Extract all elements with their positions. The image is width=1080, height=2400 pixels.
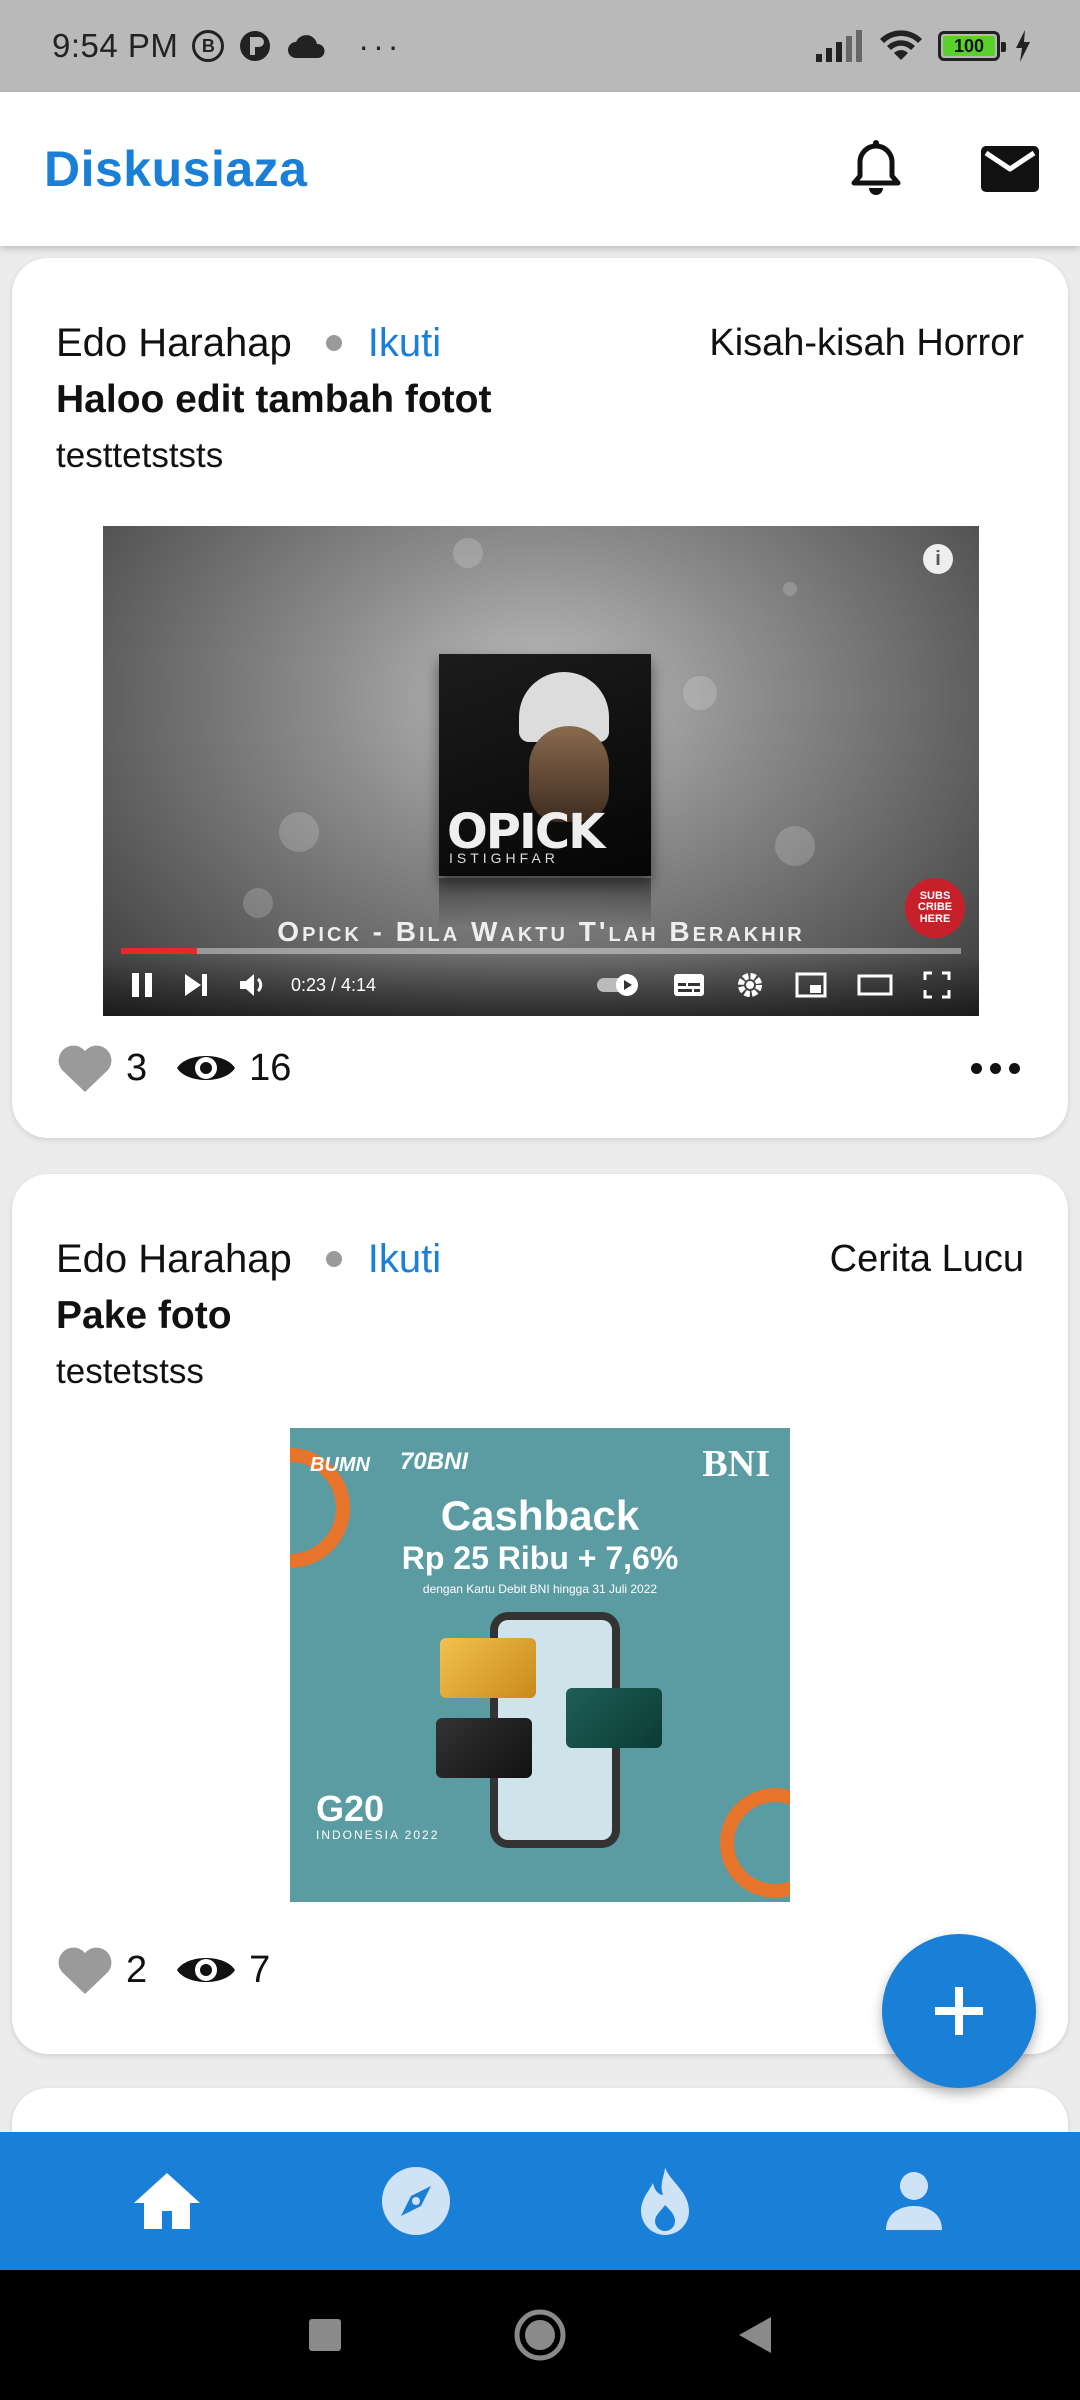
volume-icon[interactable] (239, 965, 269, 1005)
post-card[interactable]: Edo Harahap Ikuti Cerita Lucu Pake foto … (12, 1174, 1068, 2054)
app-bar: Diskusiaza (0, 92, 1080, 246)
post-title: Haloo edit tambah fotot (56, 378, 492, 421)
bell-icon (851, 140, 901, 195)
post-body: testtetststs (56, 436, 224, 475)
post-footer: 2 7 (56, 1940, 1024, 2000)
video-player[interactable]: OPICK ISTIGHFAR i SUBS CRIBE HERE Opick … (103, 526, 979, 1016)
bumn-logo: BUMN (310, 1454, 370, 1476)
home-icon (133, 2173, 200, 2229)
view-count: 7 (249, 1948, 271, 1991)
bni-logo: BNI (702, 1443, 770, 1485)
separator-dot (325, 1251, 342, 1267)
circle-icon (514, 2309, 566, 2361)
more-options-icon[interactable] (967, 1053, 1024, 1084)
flame-icon (640, 2167, 689, 2235)
messages-button[interactable] (978, 137, 1042, 201)
home-system-button[interactable] (513, 2308, 567, 2362)
screen: 9:54 PM B ··· 100 Diskusiaza Edo Harahap… (0, 0, 1080, 2400)
nav-trending[interactable] (605, 2141, 725, 2261)
cloud-icon (286, 32, 326, 60)
post-header: Edo Harahap Ikuti Kisah-kisah Horror (56, 318, 1024, 368)
nav-explore[interactable] (356, 2141, 476, 2261)
nav-home[interactable] (107, 2141, 227, 2261)
triangle-back-icon (739, 2317, 771, 2353)
debit-card-illustration (436, 1718, 532, 1778)
info-icon[interactable]: i (923, 544, 953, 574)
like-count: 3 (126, 1046, 148, 1089)
add-post-button[interactable] (882, 1934, 1036, 2088)
banner-subtext: dengan Kartu Debit BNI hingga 31 Juli 20… (422, 1582, 658, 1596)
theater-mode-icon[interactable] (857, 965, 893, 1005)
heart-icon (58, 1045, 112, 1092)
battery-icon: 100 (938, 31, 1006, 61)
mail-icon (981, 146, 1039, 192)
post-author[interactable]: Edo Harahap (56, 1237, 292, 1282)
system-navigation (0, 2270, 1080, 2400)
post-category[interactable]: Cerita Lucu (830, 1238, 1024, 1281)
eye-icon (177, 1056, 236, 1080)
square-icon (309, 2319, 341, 2351)
like-count: 2 (126, 1948, 148, 1991)
post-card[interactable] (12, 2088, 1068, 2132)
plus-icon (935, 1987, 983, 2035)
more-notifications-icon: ··· (358, 27, 403, 64)
post-body: testetstss (56, 1352, 204, 1391)
app-title: Diskusiaza (44, 141, 308, 197)
charging-bolt-icon (1014, 30, 1032, 62)
recents-button[interactable] (307, 2317, 343, 2353)
post-author[interactable]: Edo Harahap (56, 321, 292, 366)
signal-icon (814, 30, 864, 62)
p-circle-icon (238, 29, 272, 63)
follow-button[interactable]: Ikuti (368, 321, 441, 366)
notifications-button[interactable] (844, 137, 908, 201)
settings-gear-icon[interactable] (735, 965, 765, 1005)
person-icon (885, 2172, 942, 2230)
banner-amount: Rp 25 Ribu + 7,6% (401, 1540, 679, 1576)
debit-card-illustration (440, 1638, 536, 1698)
video-caption: Opick - Bila Waktu T'lah Berakhir (277, 916, 805, 947)
captions-icon[interactable] (673, 965, 705, 1005)
b-circle-icon: B (192, 30, 225, 62)
view-stat: 7 (175, 1949, 270, 1992)
post-category[interactable]: Kisah-kisah Horror (709, 322, 1024, 365)
bni70-logo: 70BNI (400, 1448, 469, 1475)
post-card[interactable]: Edo Harahap Ikuti Kisah-kisah Horror Hal… (12, 258, 1068, 1138)
post-header: Edo Harahap Ikuti Cerita Lucu (56, 1234, 1024, 1284)
like-stat[interactable]: 3 (56, 1042, 147, 1094)
wifi-icon (878, 29, 924, 63)
separator-dot (325, 335, 342, 351)
album-subtitle: ISTIGHFAR (449, 850, 559, 866)
status-bar: 9:54 PM B ··· 100 (0, 0, 1080, 92)
view-stat: 16 (175, 1047, 291, 1090)
battery-level: 100 (953, 35, 985, 56)
pause-icon[interactable] (131, 965, 153, 1005)
post-title: Pake foto (56, 1294, 232, 1337)
post-image[interactable]: BUMN 70BNI BNI Cashback Rp 25 Ribu + 7,6… (290, 1428, 790, 1922)
banner-headline: Cashback (440, 1492, 640, 1539)
like-stat[interactable]: 2 (56, 1944, 147, 1996)
heart-icon (58, 1947, 112, 1994)
next-icon[interactable] (183, 965, 209, 1005)
video-controls: 0:23 / 4:14 (103, 954, 979, 1016)
post-feed[interactable]: Edo Harahap Ikuti Kisah-kisah Horror Hal… (0, 246, 1080, 2132)
fullscreen-icon[interactable] (923, 965, 951, 1005)
g20-subtitle: INDONESIA 2022 (316, 1828, 440, 1842)
back-button[interactable] (737, 2315, 773, 2355)
video-time: 0:23 / 4:14 (291, 974, 377, 995)
debit-card-illustration (566, 1688, 662, 1748)
eye-icon (177, 1958, 236, 1982)
follow-button[interactable]: Ikuti (368, 1237, 441, 1282)
autoplay-toggle-icon[interactable] (597, 965, 643, 1005)
album-cover: OPICK ISTIGHFAR (439, 654, 651, 876)
compass-icon (381, 2167, 450, 2235)
view-count: 16 (249, 1046, 292, 1089)
g20-logo: G20 (316, 1788, 385, 1829)
post-footer: 3 16 (56, 1038, 1024, 1098)
status-time: 9:54 PM (52, 27, 179, 64)
bottom-navigation (0, 2132, 1080, 2270)
nav-profile[interactable] (854, 2141, 974, 2261)
miniplayer-icon[interactable] (795, 965, 827, 1005)
